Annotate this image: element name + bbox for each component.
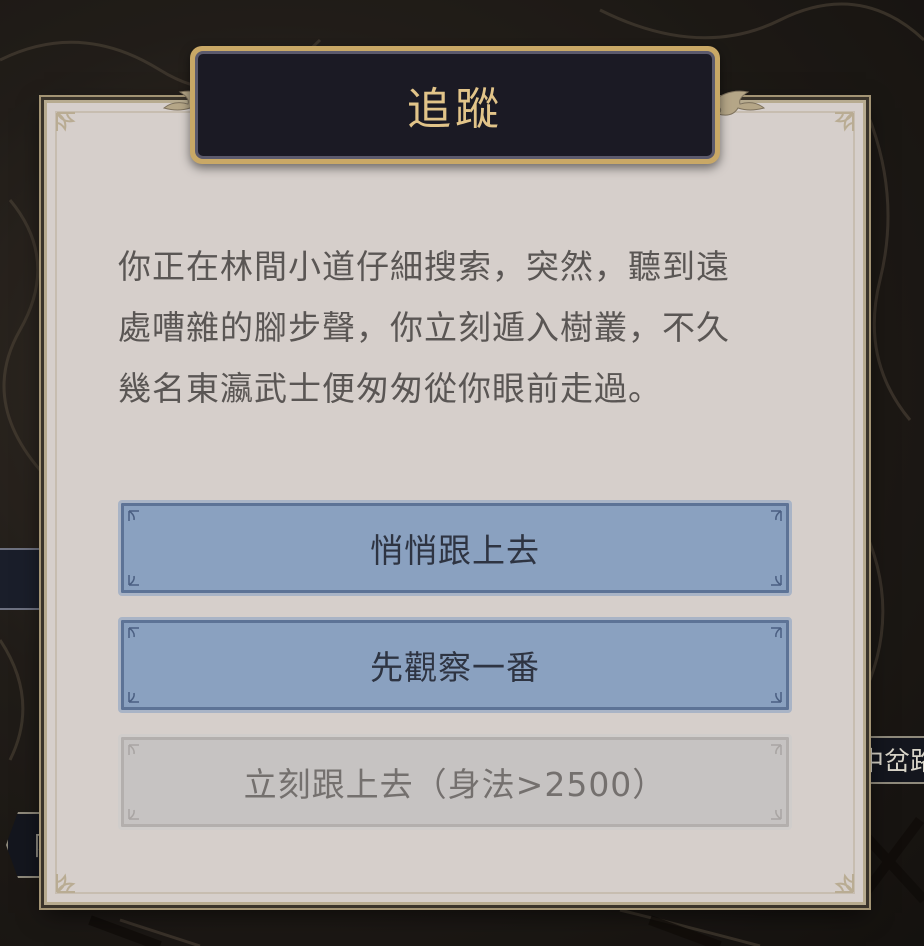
button-corner-ornament-icon <box>771 627 782 638</box>
button-corner-ornament-icon <box>771 692 782 703</box>
map-location-label-text: 中岔路 <box>858 747 924 777</box>
choice-follow-quietly-button[interactable]: 悄悄跟上去 <box>118 500 792 596</box>
button-corner-ornament-icon <box>771 510 782 521</box>
button-corner-ornament-icon <box>128 809 139 820</box>
story-line: 處嘈雜的腳步聲，你立刻遁入樹叢，不久 <box>118 308 730 347</box>
dialog-title-plate: 追蹤 <box>190 46 720 164</box>
event-story-text: 你正在林間小道仔細搜索，突然，聽到遠 處嘈雜的腳步聲，你立刻遁入樹叢，不久 幾名… <box>118 236 798 419</box>
choice-label: 立刻跟上去（身法>2500） <box>243 765 667 804</box>
story-line: 你正在林間小道仔細搜索，突然，聽到遠 <box>118 247 730 286</box>
corner-ornament-icon <box>834 112 854 132</box>
button-corner-ornament-icon <box>128 627 139 638</box>
story-line: 幾名東瀛武士便匆匆從你眼前走過。 <box>118 369 662 408</box>
button-corner-ornament-icon <box>128 744 139 755</box>
button-corner-ornament-icon <box>128 692 139 703</box>
title-plate-inner: 追蹤 <box>195 51 715 159</box>
corner-ornament-icon <box>56 112 76 132</box>
dialog-title: 追蹤 <box>407 84 503 135</box>
button-corner-ornament-icon <box>128 510 139 521</box>
choice-follow-immediately-button: 立刻跟上去（身法>2500） <box>118 734 792 830</box>
choice-label: 先觀察一番 <box>370 648 540 687</box>
button-corner-ornament-icon <box>128 575 139 586</box>
choice-label: 悄悄跟上去 <box>370 531 540 570</box>
button-corner-ornament-icon <box>771 809 782 820</box>
button-corner-ornament-icon <box>771 744 782 755</box>
corner-ornament-icon <box>56 873 76 893</box>
choice-observe-first-button[interactable]: 先觀察一番 <box>118 617 792 713</box>
button-corner-ornament-icon <box>771 575 782 586</box>
corner-ornament-icon <box>834 873 854 893</box>
